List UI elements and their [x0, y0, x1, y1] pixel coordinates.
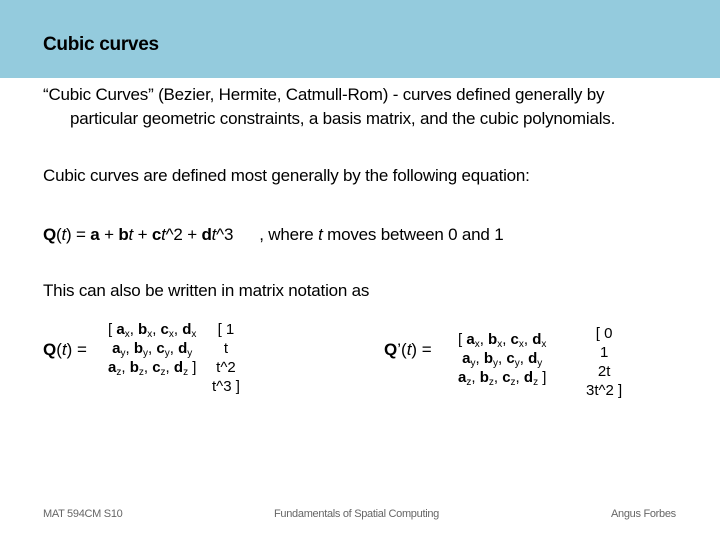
eq-d: d [201, 225, 212, 244]
matrix2-lhs: Q’(t) = [384, 340, 432, 360]
matrix-row: ay, by, cy, dy [112, 340, 193, 359]
defined-text: Cubic curves are defined most generally … [43, 166, 530, 185]
matrix1-lhs: Q(t) = [43, 340, 87, 360]
intro-line-2: particular geometric constraints, a basi… [70, 109, 616, 128]
matrix1-vector: [ 1 t t^2 t^3 ] [212, 320, 240, 396]
coeff-a: a [116, 321, 125, 338]
eq-where: moves between 0 and 1 [322, 225, 504, 244]
vector-entry: 3t^2 ] [586, 382, 623, 399]
coeff-d: d [178, 340, 188, 357]
footer-author: Angus Forbes [611, 508, 676, 520]
coeff-c: c [152, 359, 161, 376]
coeff-d: d [173, 359, 184, 376]
matrix2-vector: [ 0 1 2t 3t^2 ] [586, 324, 622, 400]
bracket: ] [188, 359, 197, 376]
coeff-c: c [502, 369, 511, 386]
lhs-Q: Q [384, 340, 398, 359]
eq-pow: ^3 [216, 225, 234, 244]
eq-Q: Q [43, 225, 57, 244]
eq-b: b [118, 225, 129, 244]
eq-c: c [151, 225, 162, 244]
cubic-equation: Q(t) = a + bt + ct^2 + dt^3, where t mov… [43, 225, 504, 245]
title-bar: Cubic curves [0, 0, 720, 78]
coeff-c: c [160, 321, 169, 338]
coeff-c: c [156, 340, 165, 357]
vector-entry: 1 [599, 344, 609, 361]
slide-title: Cubic curves [43, 34, 159, 55]
eq-plus: + [133, 225, 152, 244]
coeff-b: b [129, 359, 139, 376]
lhs-Q: Q [43, 340, 57, 359]
coeff-b: b [133, 340, 144, 357]
intro-line-1: “Cubic Curves” (Bezier, Hermite, Catmull… [43, 85, 605, 104]
footer-course: MAT 594CM S10 [43, 508, 123, 520]
coeff-b: b [483, 350, 494, 367]
lhs-equals: ) = [411, 340, 432, 359]
matrix2-coefficients: [ ax, bx, cx, dx ay, by, cy, dy az, bz, cz… [458, 330, 547, 388]
eq-equals: = [71, 225, 91, 244]
eq-plus: + [182, 225, 202, 244]
vector-entry: 2t [597, 363, 611, 380]
matrix-row: [ ax, bx, cx, dx [458, 331, 547, 350]
coeff-a: a [466, 331, 475, 348]
matrix-row: az, bz, cz, dz ] [458, 369, 547, 388]
coeff-a: a [462, 350, 471, 367]
footer-title: Fundamentals of Spatial Computing [274, 508, 439, 520]
coeff-c: c [510, 331, 519, 348]
matrix-row: [ ax, bx, cx, dx [108, 321, 197, 340]
vector-entry: t^2 [216, 359, 236, 376]
eq-plus: + [99, 225, 119, 244]
coeff-d: d [528, 350, 538, 367]
matrix-row: az, bz, cz, dz ] [108, 359, 197, 378]
lhs-paren: ’( [397, 340, 407, 359]
eq-pow: ^2 [165, 225, 183, 244]
vector-entry: [ 0 [595, 325, 613, 342]
matrix1-coefficients: [ ax, bx, cx, dx ay, by, cy, dy az, bz, cz… [108, 320, 197, 378]
coeff-b: b [488, 331, 498, 348]
vector-entry: t [223, 340, 229, 357]
vector-entry: t^3 ] [212, 378, 240, 395]
coeff-c: c [506, 350, 515, 367]
vector-entry: [ 1 [217, 321, 235, 338]
coeff-a: a [112, 340, 121, 357]
eq-where: , where [259, 225, 319, 244]
coeff-b: b [138, 321, 148, 338]
eq-a: a [90, 225, 100, 244]
matrix-intro: This can also be written in matrix notat… [43, 281, 370, 300]
coeff-d: d [523, 369, 534, 386]
bracket: ] [538, 369, 547, 386]
matrix-row: ay, by, cy, dy [462, 350, 543, 369]
lhs-equals: ) = [66, 340, 87, 359]
coeff-b: b [479, 369, 489, 386]
